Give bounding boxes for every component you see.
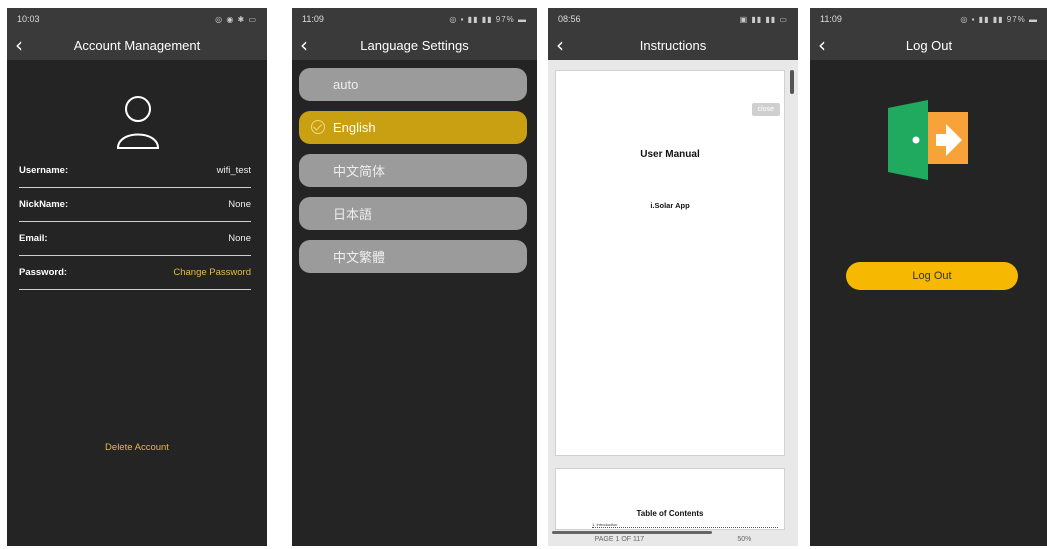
page-title: Account Management (73, 37, 201, 53)
username-value: wifi_test (216, 165, 251, 176)
language-option-english[interactable]: English (299, 111, 527, 144)
status-icons: ◎ ◉ ✱ ▭ (215, 14, 257, 24)
instructions-screen: 08:56 ▣ ▮▮ ▮▮ ▭ ‹ Instructions close Use… (548, 8, 798, 546)
language-option-simplified-chinese[interactable]: 中文简体 (299, 154, 527, 187)
email-row[interactable]: Email: None (19, 222, 251, 256)
back-arrow-icon[interactable]: ‹ (15, 33, 23, 57)
battery-percent: 97% (1006, 14, 1026, 24)
account-info-list: Username: wifi_test NickName: None Email… (19, 154, 251, 290)
language-option-japanese[interactable]: 日本語 (299, 197, 527, 230)
language-settings-screen: 11:09 ◎ ▪ ▮▮ ▮▮ 97% ▬ ‹ Language Setting… (292, 8, 537, 546)
page-title: Instructions (639, 37, 707, 53)
language-label: 中文繁體 (333, 250, 386, 265)
status-time: 11:09 (302, 14, 324, 24)
vertical-scrollbar[interactable] (790, 70, 794, 94)
status-bar: 11:09 ◎ ▪ ▮▮ ▮▮ 97% ▬ (810, 8, 1047, 30)
status-icons: ◎ ▪ ▮▮ ▮▮ 97% ▬ (960, 14, 1038, 24)
app-bar: ‹ Language Settings (292, 30, 537, 60)
language-option-auto[interactable]: auto (299, 68, 527, 101)
status-icons: ◎ ▪ ▮▮ ▮▮ 97% ▬ (449, 14, 527, 24)
delete-account-button[interactable]: Delete Account (7, 442, 267, 453)
email-label: Email: (19, 233, 48, 244)
account-management-screen: 10:03 ◎ ◉ ✱ ▭ ‹ Account Management Usern… (7, 8, 267, 546)
check-circle-icon (311, 120, 325, 134)
username-row: Username: wifi_test (19, 154, 251, 188)
manual-subtitle: i.Solar App (650, 201, 690, 210)
status-bar: 08:56 ▣ ▮▮ ▮▮ ▭ (548, 8, 798, 30)
horizontal-scrollbar[interactable] (552, 531, 712, 534)
status-time: 11:09 (820, 14, 842, 24)
language-option-traditional-chinese[interactable]: 中文繁體 (299, 240, 527, 273)
page-title: Log Out (905, 37, 953, 53)
app-bar: ‹ Log Out (810, 30, 1047, 60)
toc-entry: 1. Introduction (592, 522, 778, 528)
exit-door-icon (888, 100, 968, 180)
language-options: auto English 中文简体 日本語 中文繁體 (299, 68, 527, 283)
language-label: auto (333, 77, 359, 92)
status-time: 10:03 (17, 14, 40, 24)
nickname-label: NickName: (19, 199, 69, 210)
change-password-link[interactable]: Change Password (173, 267, 251, 278)
pdf-page-2: Table of Contents 1. Introduction (555, 468, 785, 530)
username-label: Username: (19, 165, 69, 176)
language-label: English (333, 120, 376, 135)
status-icons: ▣ ▮▮ ▮▮ ▭ (739, 14, 788, 24)
logout-button[interactable]: Log Out (846, 262, 1018, 290)
toc-title: Table of Contents (636, 509, 704, 518)
app-bar: ‹ Account Management (7, 30, 267, 60)
status-bar: 11:09 ◎ ▪ ▮▮ ▮▮ 97% ▬ (292, 8, 537, 30)
back-arrow-icon[interactable]: ‹ (556, 33, 564, 57)
password-label: Password: (19, 267, 68, 278)
nickname-value: None (228, 199, 251, 210)
language-label: 日本語 (333, 207, 373, 222)
logout-screen: 11:09 ◎ ▪ ▮▮ ▮▮ 97% ▬ ‹ Log Out Log Out (810, 8, 1047, 546)
pdf-viewer[interactable]: close User Manual i.Solar App Table of C… (548, 60, 798, 546)
status-bar: 10:03 ◎ ◉ ✱ ▭ (7, 8, 267, 30)
pdf-page-1: close User Manual i.Solar App (555, 70, 785, 456)
nickname-row[interactable]: NickName: None (19, 188, 251, 222)
language-label: 中文简体 (333, 164, 386, 179)
zoom-level: 50% (737, 536, 752, 543)
app-bar: ‹ Instructions (548, 30, 798, 60)
back-arrow-icon[interactable]: ‹ (818, 33, 826, 57)
close-button[interactable]: close (751, 103, 780, 116)
page-indicator: PAGE 1 OF 117 (594, 536, 645, 543)
back-arrow-icon[interactable]: ‹ (300, 33, 308, 57)
manual-title: User Manual (640, 149, 700, 160)
page-status-bar: PAGE 1 OF 117 50% (548, 536, 798, 546)
status-time: 08:56 (558, 14, 581, 24)
battery-percent: 97% (495, 14, 515, 24)
email-value: None (228, 233, 251, 244)
password-row: Password: Change Password (19, 256, 251, 290)
user-avatar-icon (116, 96, 160, 149)
page-title: Language Settings (360, 37, 469, 53)
